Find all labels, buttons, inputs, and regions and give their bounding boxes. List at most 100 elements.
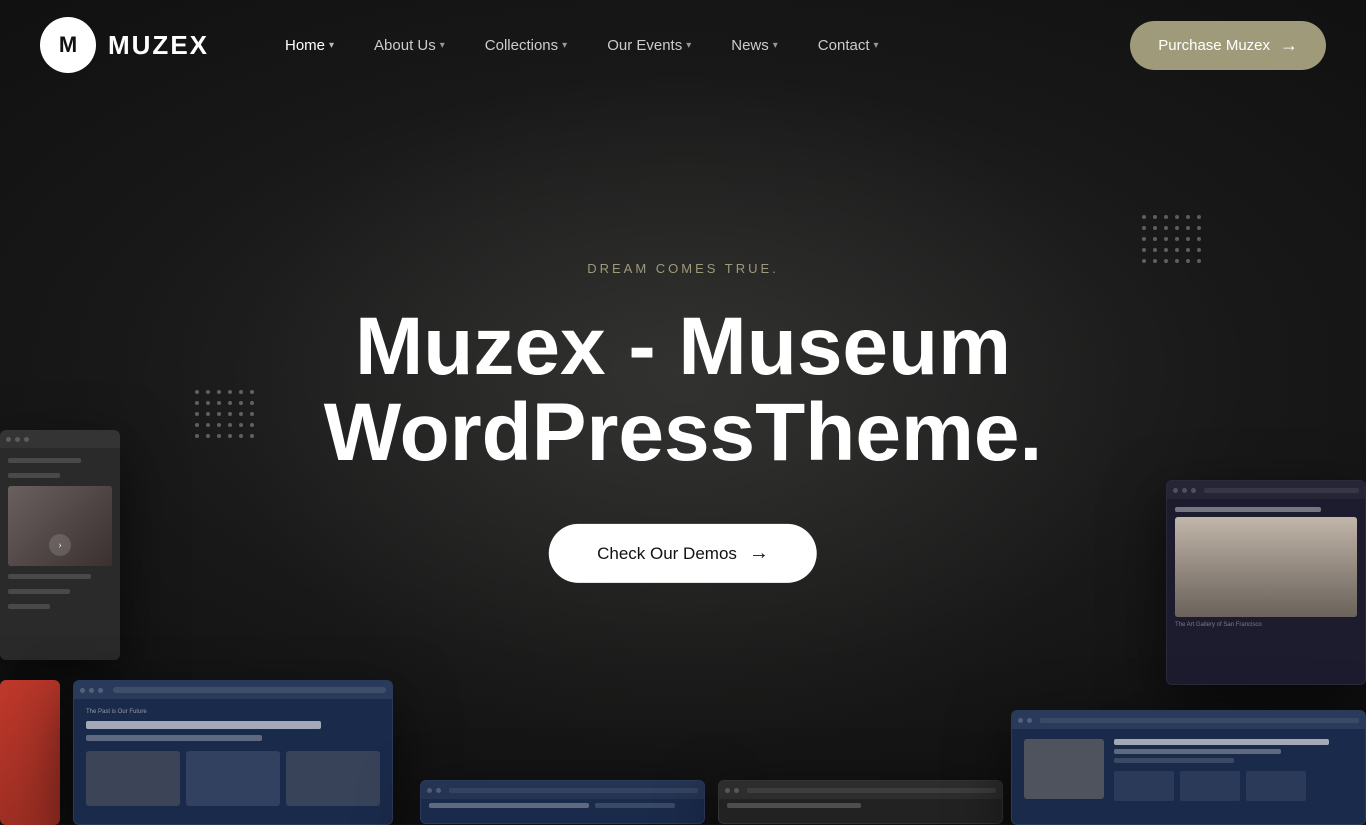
- dot: [206, 412, 210, 416]
- browser-bar: [1012, 711, 1365, 729]
- dot: [1153, 226, 1157, 230]
- dot: [1175, 215, 1179, 219]
- dot: [228, 434, 232, 438]
- nav-links: Home ▾ About Us ▾ Collections ▾ Our Even…: [269, 29, 1130, 62]
- hero-tagline: DREAM COMES TRUE.: [324, 261, 1043, 276]
- dot: [1186, 259, 1190, 263]
- nav-item-home[interactable]: Home ▾: [269, 29, 350, 62]
- dot: [1164, 237, 1168, 241]
- dot: [239, 434, 243, 438]
- browser-bar: [719, 781, 1002, 799]
- dot: [1197, 226, 1201, 230]
- dot: [250, 423, 254, 427]
- dot: [1175, 248, 1179, 252]
- preview-card-left-top: ›: [0, 430, 120, 660]
- dot: [239, 390, 243, 394]
- dot: [206, 423, 210, 427]
- dot: [1153, 248, 1157, 252]
- hero-title: Muzex - Museum WordPressTheme.: [324, 304, 1043, 476]
- navbar: M MUZEX Home ▾ About Us ▾ Collections ▾ …: [0, 0, 1366, 90]
- logo-icon: M: [40, 17, 96, 73]
- dot: [195, 423, 199, 427]
- dot: [1142, 259, 1146, 263]
- purchase-button[interactable]: Purchase Muzex →: [1130, 21, 1326, 70]
- dot: [206, 434, 210, 438]
- browser-bar: [0, 430, 120, 448]
- dot: [250, 401, 254, 405]
- nav-item-collections[interactable]: Collections ▾: [469, 29, 583, 62]
- logo[interactable]: M MUZEX: [40, 17, 209, 73]
- dot: [250, 390, 254, 394]
- preview-card-left-bottom: [0, 680, 60, 825]
- dot: [1142, 226, 1146, 230]
- chevron-icon: ▾: [874, 40, 879, 51]
- dot: [1153, 215, 1157, 219]
- preview-card-center-left: The Past is Our Future: [73, 680, 393, 825]
- nav-item-about[interactable]: About Us ▾: [358, 29, 461, 62]
- dot: [1197, 248, 1201, 252]
- preview-card-center-right: [718, 780, 1003, 824]
- dot: [1186, 237, 1190, 241]
- dot: [228, 390, 232, 394]
- dot: [217, 401, 221, 405]
- dot: [239, 412, 243, 416]
- dot: [1164, 248, 1168, 252]
- dot: [195, 390, 199, 394]
- dot: [1175, 226, 1179, 230]
- check-demos-button[interactable]: Check Our Demos →: [549, 524, 817, 583]
- chevron-icon: ▾: [440, 40, 445, 51]
- right-caption: The Art Gallery of San Francisco: [1175, 622, 1357, 628]
- dot: [239, 401, 243, 405]
- dot: [1142, 237, 1146, 241]
- browser-bar: [421, 781, 704, 799]
- dot: [1197, 237, 1201, 241]
- dot: [217, 434, 221, 438]
- dot: [195, 401, 199, 405]
- dot: [1186, 215, 1190, 219]
- dot: [206, 401, 210, 405]
- dot: [1175, 237, 1179, 241]
- dot: [195, 434, 199, 438]
- dot: [1142, 215, 1146, 219]
- card-nav-arrow: ›: [49, 534, 71, 556]
- nav-item-news[interactable]: News ▾: [715, 29, 794, 62]
- dot: [228, 423, 232, 427]
- preview-card-center-mid: [420, 780, 705, 824]
- dot: [1153, 259, 1157, 263]
- card-image: [1024, 739, 1104, 799]
- dot: [1186, 248, 1190, 252]
- dot: [1153, 237, 1157, 241]
- dot: [1186, 226, 1190, 230]
- card-image: [1175, 517, 1357, 617]
- dot: [1197, 259, 1201, 263]
- dot: [206, 390, 210, 394]
- dot: [228, 401, 232, 405]
- dot: [217, 423, 221, 427]
- dot: [1164, 226, 1168, 230]
- arrow-icon: →: [1280, 35, 1298, 56]
- chevron-icon: ▾: [773, 40, 778, 51]
- chevron-icon: ▾: [329, 40, 334, 51]
- dot: [239, 423, 243, 427]
- dot: [195, 412, 199, 416]
- chevron-icon: ▾: [562, 40, 567, 51]
- preview-card-right-top: The Art Gallery of San Francisco: [1166, 480, 1366, 685]
- dot: [217, 412, 221, 416]
- arrow-icon: →: [749, 542, 769, 565]
- logo-name: MUZEX: [108, 30, 209, 61]
- dot: [250, 412, 254, 416]
- dot: [250, 434, 254, 438]
- hero-content: DREAM COMES TRUE. Muzex - Museum WordPre…: [324, 261, 1043, 583]
- preview-card-right-bottom: [1011, 710, 1366, 825]
- browser-bar: [1167, 481, 1365, 499]
- dot: [1197, 215, 1201, 219]
- dot: [217, 390, 221, 394]
- browser-bar: [74, 681, 392, 699]
- dot: [1164, 259, 1168, 263]
- dot: [1142, 248, 1146, 252]
- nav-item-contact[interactable]: Contact ▾: [802, 29, 895, 62]
- dot: [1175, 259, 1179, 263]
- card-image: ›: [8, 486, 112, 566]
- dot: [1164, 215, 1168, 219]
- nav-item-events[interactable]: Our Events ▾: [591, 29, 707, 62]
